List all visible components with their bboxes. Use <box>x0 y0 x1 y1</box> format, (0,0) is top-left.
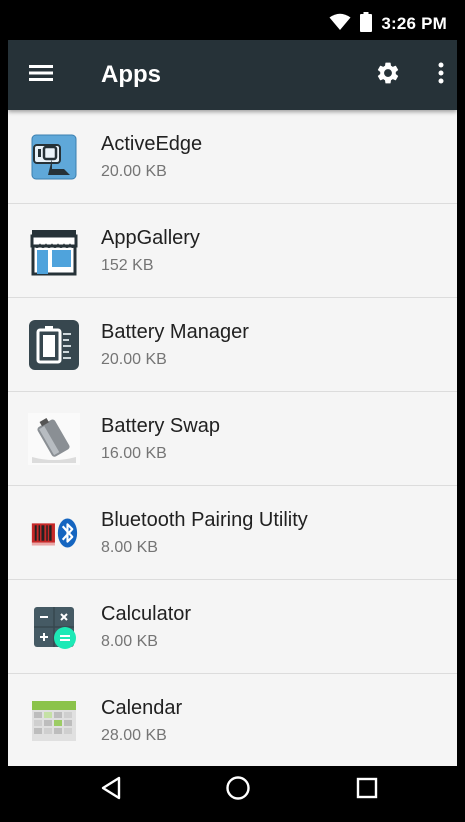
battery-icon <box>360 11 373 37</box>
home-button[interactable] <box>208 766 268 814</box>
status-icons: 3:26 PM <box>329 8 447 40</box>
calculator-app-icon <box>28 601 80 653</box>
list-item-calendar[interactable]: Calendar 28.00 KB <box>8 674 457 766</box>
list-item-battery-swap[interactable]: Battery Swap 16.00 KB <box>8 392 457 486</box>
app-size: 16.00 KB <box>101 445 167 462</box>
app-list: ActiveEdge 20.00 KB AppGallery 152 KB Ba… <box>8 110 457 766</box>
activeedge-app-icon <box>28 131 80 183</box>
bluetooth-pairing-app-icon <box>28 507 80 559</box>
app-name: ActiveEdge <box>101 133 203 155</box>
app-size: 20.00 KB <box>101 351 167 368</box>
list-item-battery-manager[interactable]: Battery Manager 20.00 KB <box>8 298 457 392</box>
app-size: 28.00 KB <box>101 727 167 744</box>
page-title: Apps <box>101 61 161 88</box>
app-name: Calculator <box>101 603 192 625</box>
battery-swap-app-icon <box>28 413 80 465</box>
navigation-bar <box>8 766 457 814</box>
overflow-menu-button[interactable] <box>426 57 456 93</box>
calendar-app-icon <box>28 695 80 747</box>
menu-button[interactable] <box>24 58 58 92</box>
list-item-calculator[interactable]: Calculator 8.00 KB <box>8 580 457 674</box>
settings-button[interactable] <box>370 57 406 93</box>
app-name: Calendar <box>101 697 183 719</box>
overflow-menu-icon <box>438 62 444 89</box>
list-item-activeedge[interactable]: ActiveEdge 20.00 KB <box>8 110 457 204</box>
recents-button[interactable] <box>337 766 397 814</box>
back-button[interactable] <box>81 766 141 814</box>
app-name: Bluetooth Pairing Utility <box>101 509 308 531</box>
app-size: 8.00 KB <box>101 633 158 650</box>
list-item-bluetooth-pairing-utility[interactable]: Bluetooth Pairing Utility 8.00 KB <box>8 486 457 580</box>
appgallery-app-icon <box>28 225 80 277</box>
app-size: 152 KB <box>101 257 154 274</box>
menu-icon <box>29 64 53 87</box>
wifi-icon <box>329 13 351 36</box>
app-size: 20.00 KB <box>101 163 167 180</box>
device-screen: 3:26 PM Apps ActiveEdge 20.00 KB AppGall… <box>8 8 457 814</box>
battery-manager-app-icon <box>28 319 80 371</box>
list-item-appgallery[interactable]: AppGallery 152 KB <box>8 204 457 298</box>
status-time: 3:26 PM <box>381 14 447 33</box>
app-bar: Apps <box>8 40 457 110</box>
app-size: 8.00 KB <box>101 539 158 556</box>
back-icon <box>100 776 122 805</box>
home-icon <box>225 775 251 806</box>
status-bar: 3:26 PM <box>8 8 457 40</box>
settings-gear-icon <box>375 60 401 91</box>
app-name: AppGallery <box>101 227 200 249</box>
app-name: Battery Manager <box>101 321 249 343</box>
app-name: Battery Swap <box>101 415 220 437</box>
recents-icon <box>356 777 378 804</box>
